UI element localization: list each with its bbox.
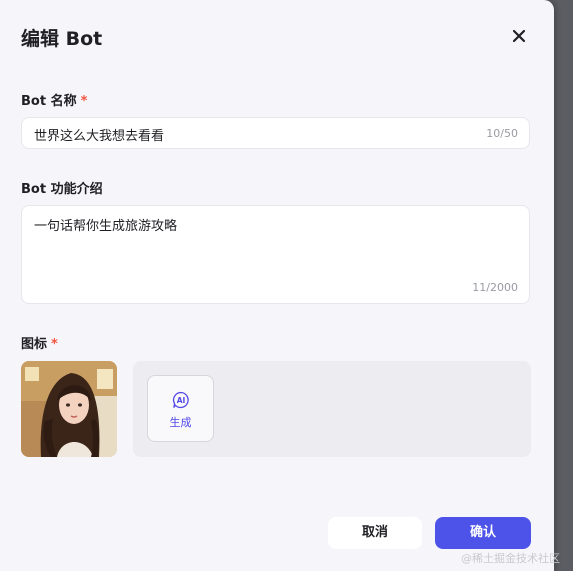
icon-generate-area: AI 生成 <box>133 361 531 457</box>
name-label: Bot 名称 * <box>21 94 88 109</box>
close-button[interactable] <box>508 25 530 47</box>
cancel-button[interactable]: 取消 <box>328 517 422 549</box>
bot-avatar[interactable] <box>21 361 117 457</box>
edit-bot-dialog: 编辑 Bot Bot 名称 * 世界这么大我想去看看 10/50 Bot 功能介绍… <box>0 0 554 571</box>
confirm-button[interactable]: 确认 <box>435 517 531 549</box>
avatar-image <box>21 361 117 457</box>
watermark: @稀土掘金技术社区 <box>461 552 560 565</box>
bot-name-input[interactable]: 世界这么大我想去看看 10/50 <box>21 117 530 149</box>
icon-label: 图标 * <box>21 337 58 352</box>
ai-icon: AI <box>172 391 190 409</box>
required-mark: * <box>80 94 88 109</box>
description-char-counter: 11/2000 <box>472 281 518 294</box>
generate-label: 生成 <box>169 416 192 429</box>
description-label: Bot 功能介绍 <box>21 182 103 197</box>
ai-generate-button[interactable]: AI 生成 <box>147 375 214 442</box>
required-mark: * <box>51 337 58 352</box>
bot-name-value: 世界这么大我想去看看 <box>34 129 165 144</box>
name-char-counter: 10/50 <box>486 127 518 140</box>
bot-description-textarea[interactable]: 一句话帮你生成旅游攻略 11/2000 <box>21 205 530 304</box>
bot-description-value: 一句话帮你生成旅游攻略 <box>34 219 178 234</box>
dialog-title: 编辑 Bot <box>21 28 103 50</box>
svg-text:AI: AI <box>177 396 186 405</box>
close-icon <box>512 29 526 43</box>
